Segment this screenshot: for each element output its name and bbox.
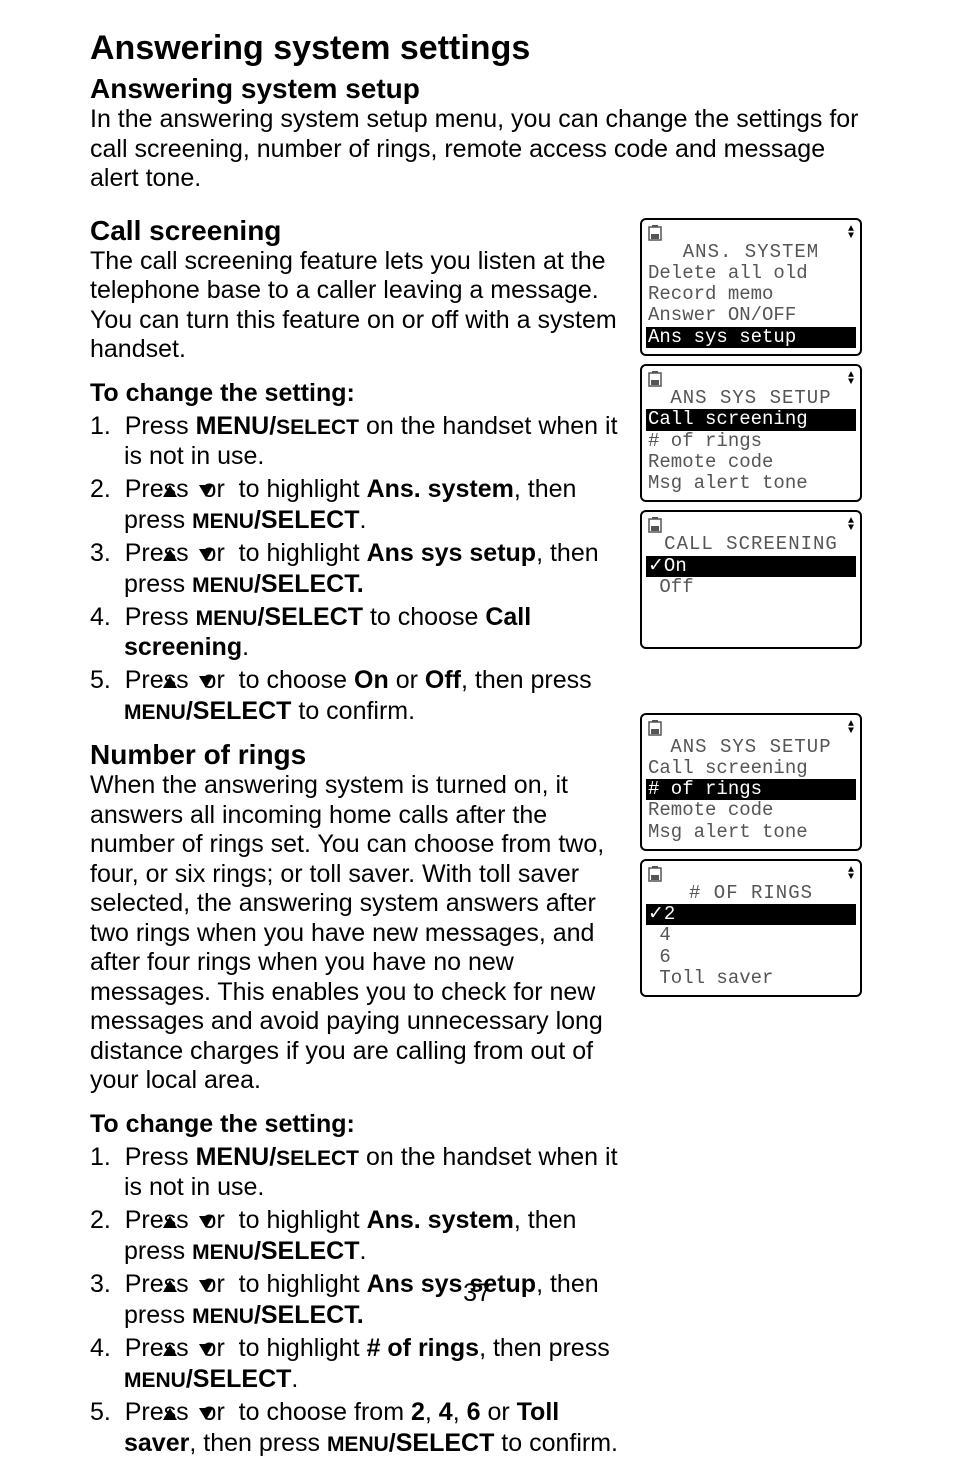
nr-step-1: 1. Press MENU/SELECT on the handset when… [90,1143,628,1202]
lcd-row: 4 [648,925,854,946]
lcd-row: Msg alert tone [648,822,854,843]
cs-step-4: 4. Press MENU/SELECT to choose Call scre… [90,603,628,662]
nr-step-2: 2. Press or to highlight Ans. system, th… [90,1206,628,1266]
lcd-row: Call screening [648,758,854,779]
nr-step-5: 5. Press or to choose from 2, 4, 6 or To… [90,1398,628,1458]
lcd-title: # OF RINGS [648,883,854,904]
lcd-ans-system: ▲▼ ANS. SYSTEM Delete all old Record mem… [640,218,862,356]
lcd-ans-sys-setup-2: ▲▼ ANS SYS SETUP Call screening # of rin… [640,713,862,851]
lcd-ans-sys-setup: ▲▼ ANS SYS SETUP Call screening # of rin… [640,364,862,502]
lcd-title: CALL SCREENING [648,534,854,555]
lcd-row: Toll saver [648,968,854,989]
lcd-row: Msg alert tone [648,473,854,494]
battery-icon [648,866,662,882]
setup-heading: Answering system setup [90,72,864,105]
battery-icon [648,371,662,387]
page-number: 37 [0,1279,954,1309]
lcd-row-selected: ✓2 [646,904,856,925]
lcd-call-screening: ▲▼ CALL SCREENING ✓On Off [640,510,862,648]
cs-step-5: 5. Press or to choose On or Off, then pr… [90,666,628,726]
page-title: Answering system settings [90,28,864,68]
setup-intro: In the answering system setup menu, you … [90,105,864,194]
num-rings-heading: Number of rings [90,738,628,771]
scroll-arrows-icon: ▲▼ [848,721,854,735]
lcd-row: Remote code [648,800,854,821]
num-rings-intro: When the answering system is turned on, … [90,771,628,1096]
battery-icon [648,720,662,736]
lcd-row-selected: Ans sys setup [646,327,856,348]
lcd-row-selected: ✓On [646,556,856,577]
cs-step-1: 1. Press MENU/SELECT on the handset when… [90,412,628,471]
lcd-row: Remote code [648,452,854,473]
change-setting-heading-2: To change the setting: [90,1110,628,1140]
change-setting-heading-1: To change the setting: [90,379,628,409]
scroll-arrows-icon: ▲▼ [848,867,854,881]
scroll-arrows-icon: ▲▼ [848,226,854,240]
lcd-title: ANS. SYSTEM [648,242,854,263]
lcd-row: 6 [648,947,854,968]
cs-step-2: 2. Press or to highlight Ans. system, th… [90,475,628,535]
scroll-arrows-icon: ▲▼ [848,372,854,386]
lcd-num-of-rings: ▲▼ # OF RINGS ✓2 4 6 Toll saver [640,859,862,997]
lcd-title: ANS SYS SETUP [648,737,854,758]
call-screening-heading: Call screening [90,214,628,247]
cs-step-3: 3. Press or to highlight Ans sys setup, … [90,539,628,599]
lcd-row: # of rings [648,431,854,452]
nr-step-4: 4. Press or to highlight # of rings, the… [90,1334,628,1394]
battery-icon [648,517,662,533]
lcd-row: Answer ON/OFF [648,305,854,326]
scroll-arrows-icon: ▲▼ [848,518,854,532]
lcd-row-selected: # of rings [646,779,856,800]
call-screening-steps: 1. Press MENU/SELECT on the handset when… [90,412,628,726]
lcd-title: ANS SYS SETUP [648,388,854,409]
lcd-row: Off [648,577,854,598]
lcd-row: Delete all old [648,263,854,284]
call-screening-intro: The call screening feature lets you list… [90,247,628,365]
lcd-row-selected: Call screening [646,409,856,430]
battery-icon [648,225,662,241]
lcd-row: Record memo [648,284,854,305]
